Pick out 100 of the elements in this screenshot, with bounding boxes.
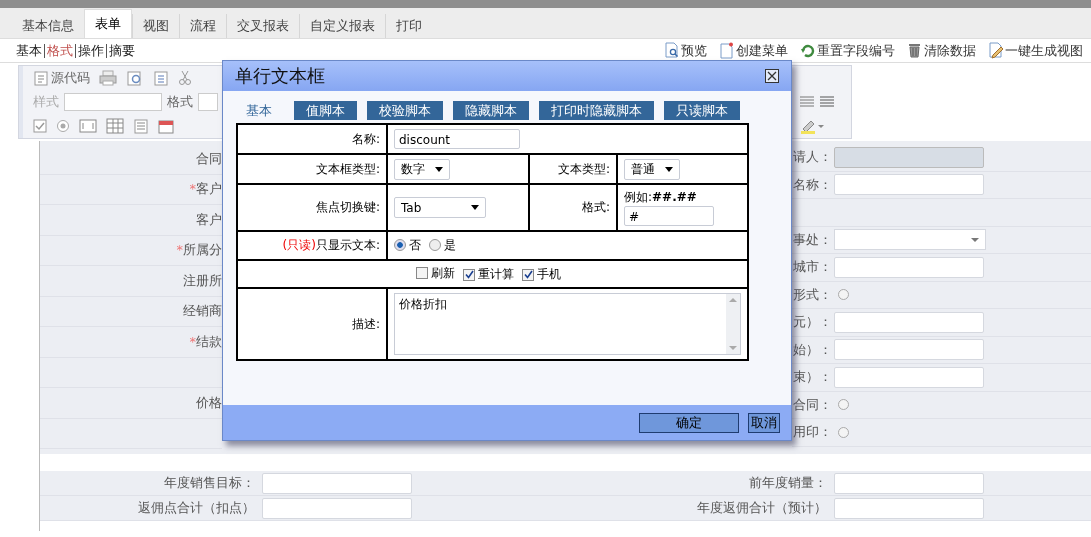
document-pencil-icon xyxy=(988,42,1004,59)
sub-tab[interactable]: 格式 xyxy=(44,43,75,58)
document-search-icon xyxy=(664,42,680,59)
input-field[interactable]: discount xyxy=(394,129,520,149)
refresh-icon xyxy=(800,42,816,59)
format-dropdown[interactable] xyxy=(198,93,218,111)
checkbox[interactable] xyxy=(463,268,475,281)
text-field-icon[interactable] xyxy=(79,119,97,133)
toolbar-action[interactable]: 一键生成视图 xyxy=(988,41,1083,60)
field-label: 文本框类型: xyxy=(315,161,380,176)
tab[interactable]: 校验脚本 xyxy=(367,101,443,120)
field-label: 焦点切换键: xyxy=(315,200,380,214)
field-label: 描述: xyxy=(351,316,380,331)
calendar-icon[interactable] xyxy=(158,118,174,134)
toolbar-action[interactable]: 清除数据 xyxy=(907,41,976,60)
field-label: 束）： xyxy=(793,369,832,385)
tab[interactable]: 流程 xyxy=(179,14,226,38)
field-label: 形式： xyxy=(793,286,832,302)
dropdown[interactable]: 普通 xyxy=(624,158,680,180)
table-icon[interactable] xyxy=(106,118,124,134)
tab[interactable]: 基本 xyxy=(240,101,278,120)
field-label: 始）： xyxy=(793,341,832,357)
field-label: 前年度销量： xyxy=(749,475,827,490)
field-label: (只读)只显示文本: xyxy=(282,238,380,252)
field-label: 合同： xyxy=(793,396,832,412)
dropdown[interactable]: Tab xyxy=(394,197,486,218)
dropdown[interactable]: 数字 xyxy=(394,158,450,180)
sub-tab[interactable]: 操作 xyxy=(75,43,106,58)
style-dropdown[interactable] xyxy=(64,93,162,111)
input-field[interactable] xyxy=(262,472,412,494)
input-field[interactable] xyxy=(834,311,984,333)
checkbox-label: 刷新 xyxy=(431,264,455,282)
option-label: 是 xyxy=(444,236,456,254)
input-field[interactable] xyxy=(834,366,984,388)
toolbar-action[interactable]: 重置字段编号 xyxy=(800,41,895,60)
tab[interactable]: 表单 xyxy=(84,9,132,38)
radio-button[interactable] xyxy=(394,239,406,252)
input-field[interactable]: # xyxy=(624,206,714,226)
field-label: 经销商 xyxy=(183,302,222,321)
tab[interactable]: 视图 xyxy=(132,14,179,38)
field-label: 价格 xyxy=(196,393,222,412)
source-code-button[interactable]: 源代码 xyxy=(33,69,90,87)
hint-text: 例如:##.## xyxy=(624,190,697,204)
tab[interactable]: 打印时隐藏脚本 xyxy=(539,101,654,120)
input-field[interactable] xyxy=(834,339,984,361)
input-field[interactable] xyxy=(834,472,984,494)
field-label: 城市： xyxy=(793,259,832,275)
align-icon[interactable] xyxy=(799,95,815,109)
trash-icon xyxy=(907,42,923,59)
field-label: 文本类型: xyxy=(557,161,610,176)
field-label: 事处： xyxy=(793,231,832,247)
field-label: *客户 xyxy=(189,180,222,199)
align-icon[interactable] xyxy=(819,95,835,109)
description-field[interactable]: 价格折扣 xyxy=(394,293,741,355)
field-label: 年度返佣合计（预计） xyxy=(697,500,827,515)
dialog-button[interactable]: 确定 xyxy=(639,412,739,433)
toolbar-action[interactable]: 创建菜单 xyxy=(719,41,788,60)
radio-button[interactable] xyxy=(838,289,849,301)
radio-icon[interactable] xyxy=(56,119,70,133)
tab[interactable]: 基本信息 xyxy=(12,14,84,38)
dropdown[interactable] xyxy=(834,229,986,251)
scissors-icon[interactable] xyxy=(178,70,192,86)
dialog-button[interactable]: 取消 xyxy=(748,412,780,433)
field-label: 格式: xyxy=(581,200,610,214)
document-icon xyxy=(33,70,49,86)
field-label: 返佣点合计（扣点） xyxy=(138,500,255,515)
field-label: 名称: xyxy=(351,131,380,146)
toolbar-action[interactable]: 预览 xyxy=(664,41,707,60)
input-field[interactable] xyxy=(834,497,984,519)
checkbox[interactable] xyxy=(416,267,428,280)
checkbox[interactable] xyxy=(522,268,534,281)
close-icon[interactable] xyxy=(765,69,779,83)
sub-tab[interactable]: 摘要 xyxy=(106,43,137,58)
field-label: 客户 xyxy=(196,210,222,229)
magnifier-icon[interactable] xyxy=(126,70,144,86)
input-field[interactable] xyxy=(834,256,984,278)
field-label: 注册所 xyxy=(183,271,222,290)
tab[interactable]: 自定义报表 xyxy=(299,14,385,38)
dialog-title: 单行文本框 xyxy=(235,64,325,88)
check-icon xyxy=(464,270,474,280)
radio-button[interactable] xyxy=(838,426,849,438)
tab[interactable]: 只读脚本 xyxy=(664,101,740,120)
highlighter-icon[interactable] xyxy=(799,118,825,134)
field-label: 元）： xyxy=(793,314,832,330)
document-icon[interactable] xyxy=(153,70,169,86)
input-field[interactable] xyxy=(262,497,412,519)
document-icon[interactable] xyxy=(133,118,149,134)
tab[interactable]: 打印 xyxy=(385,14,432,38)
field-label: 年度销售目标： xyxy=(164,475,255,490)
tab[interactable]: 值脚本 xyxy=(294,101,357,120)
format-label: 格式 xyxy=(167,93,193,111)
check-icon xyxy=(523,270,533,280)
radio-button[interactable] xyxy=(429,239,441,252)
sub-tab[interactable]: 基本 xyxy=(16,43,44,58)
checkbox-icon[interactable] xyxy=(33,119,47,133)
radio-button[interactable] xyxy=(838,399,849,411)
tab[interactable]: 隐藏脚本 xyxy=(453,101,529,120)
input-field[interactable] xyxy=(834,174,984,196)
printer-icon[interactable] xyxy=(99,70,117,86)
tab[interactable]: 交叉报表 xyxy=(226,14,299,38)
